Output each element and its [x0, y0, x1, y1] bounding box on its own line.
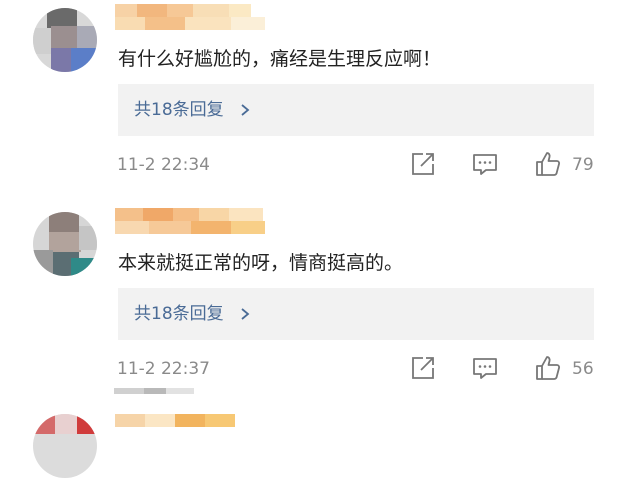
- view-replies-button[interactable]: 共18条回复: [118, 84, 594, 136]
- replies-count-label: 共18条回复: [134, 304, 224, 324]
- username-pixelated[interactable]: [115, 208, 265, 234]
- reply-icon[interactable]: [472, 355, 498, 381]
- like-count: 79: [572, 155, 594, 175]
- comment-timestamp: 11-2 22:34: [117, 155, 210, 175]
- thumbs-up-icon[interactable]: [535, 355, 561, 381]
- replies-count-label: 共18条回复: [134, 100, 224, 120]
- avatar-pixelated[interactable]: [33, 414, 97, 478]
- pixelated-fragment: [114, 388, 194, 394]
- username-pixelated[interactable]: [115, 414, 265, 440]
- thumbs-up-icon[interactable]: [535, 151, 561, 177]
- like-count: 56: [572, 359, 594, 379]
- username-pixelated[interactable]: [115, 4, 265, 30]
- avatar-pixelated[interactable]: [33, 212, 97, 276]
- comment-text: 有什么好尴尬的，痛经是生理反应啊！: [118, 48, 442, 70]
- share-icon[interactable]: [410, 151, 436, 177]
- chevron-right-icon: [241, 308, 250, 320]
- chevron-right-icon: [241, 104, 250, 116]
- avatar-pixelated[interactable]: [33, 8, 97, 72]
- view-replies-button[interactable]: 共18条回复: [118, 288, 594, 340]
- comment-timestamp: 11-2 22:37: [117, 359, 210, 379]
- reply-icon[interactable]: [472, 151, 498, 177]
- comment-text: 本来就挺正常的呀，情商挺高的。: [118, 252, 404, 274]
- share-icon[interactable]: [410, 355, 436, 381]
